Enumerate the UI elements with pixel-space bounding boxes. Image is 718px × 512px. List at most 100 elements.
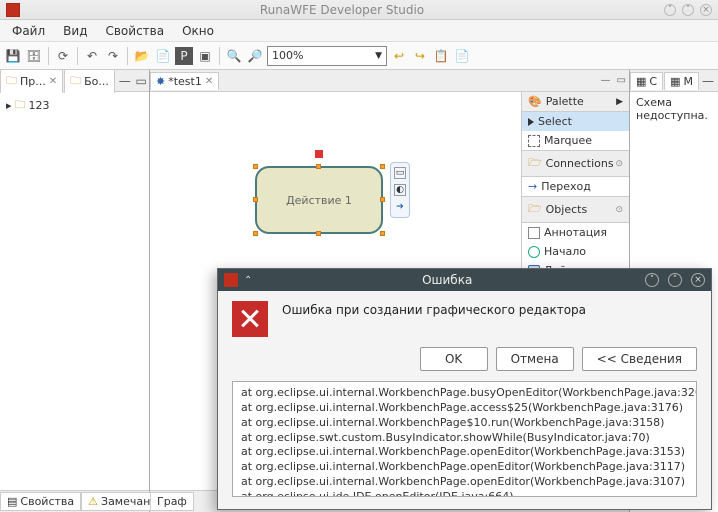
scheme-unavailable-label: Схема недоступна. [630,92,718,126]
menu-props[interactable]: Свойства [97,22,172,40]
minimize-view-icon[interactable]: — [598,75,614,86]
zoom-combo[interactable]: 100% ▼ [267,46,387,66]
chevron-up-icon[interactable]: ⌃ [244,275,252,286]
minimize-icon[interactable]: ˅ [664,4,676,16]
bottom-left-tabs: ▤ Свойства ⚠ Замечания ◧ Комп [0,490,149,512]
palette-group-connections[interactable]: 🗁 Connections ⊙ [522,150,629,177]
pin-icon[interactable]: ⊙ [615,205,623,215]
zoom-out-icon[interactable]: 🔎 [246,47,264,65]
nav-back-icon[interactable]: ↩ [390,47,408,65]
minimize-view-icon[interactable]: — [701,72,715,90]
details-button[interactable]: << Сведения [582,347,697,371]
dialog-message: Ошибка при создании графического редакто… [282,301,586,317]
config-icon[interactable]: ▣ [196,47,214,65]
restore-view-icon[interactable]: ▭ [133,72,149,90]
error-dialog: ⌃ Ошибка ˅ ˄ × Ошибка при создании графи… [217,268,712,510]
minimize-view-icon[interactable]: — [117,72,133,90]
tab-props[interactable]: ▤ Свойства [0,492,81,511]
menubar: Файл Вид Свойства Окно [0,20,718,42]
resize-handle[interactable] [380,231,385,236]
minimize-icon[interactable]: ˅ [645,273,659,287]
palette-item-label: Переход [541,180,591,193]
app-icon [224,273,238,287]
palette-start[interactable]: Начало [522,242,629,261]
dialog-buttons: OK Отмена << Сведения [218,347,711,381]
resize-handle[interactable] [253,231,258,236]
menu-view[interactable]: Вид [55,22,95,40]
props-icon: ▤ [7,495,17,508]
palette-group-objects[interactable]: 🗁 Objects ⊙ [522,196,629,223]
dialog-titlebar[interactable]: ⌃ Ошибка ˅ ˄ × [218,269,711,291]
resize-handle[interactable] [316,231,321,236]
error-icon [232,301,268,337]
tab-graph[interactable]: Граф [150,492,194,511]
ok-button[interactable]: OK [420,347,488,371]
menu-window[interactable]: Окно [174,22,222,40]
palette-select[interactable]: Select [522,112,629,131]
palette-title: Palette [546,95,584,108]
left-panel: 🗀 Пр... ✕ 🗀 Бо... — ▭ ▸ 🗀 123 ▤ Свойства [0,70,150,512]
palette-annotation[interactable]: Аннотация [522,223,629,242]
paste-icon[interactable]: 📄 [453,47,471,65]
delete-handle[interactable] [315,150,323,158]
window-title: RunaWFE Developer Studio [26,3,658,17]
resize-handle[interactable] [380,197,385,202]
project-tree[interactable]: ▸ 🗀 123 [0,92,149,490]
menu-file[interactable]: Файл [4,22,53,40]
reload-icon[interactable]: ⟳ [54,47,72,65]
editor-tab-test1[interactable]: ✸ *test1 ✕ [150,72,219,90]
tab-projects[interactable]: 🗀 Пр... ✕ [0,69,63,93]
maximize-icon[interactable]: ˄ [668,273,682,287]
tab-mini[interactable]: ▦ М [664,72,699,90]
open-icon[interactable]: 📂 [133,47,151,65]
maximize-view-icon[interactable]: ▭ [614,75,629,86]
maximize-icon[interactable]: ˄ [682,4,694,16]
copy-icon[interactable]: 📋 [432,47,450,65]
tree-item-label: 123 [29,99,50,112]
diagram-icon: ✸ [156,75,165,88]
resize-handle[interactable] [253,197,258,202]
tab-label: *test1 [168,75,202,88]
resize-handle[interactable] [316,164,321,169]
zoom-in-icon[interactable]: 🔍 [225,47,243,65]
tab-label: Бо... [84,75,109,88]
nav-fwd-icon[interactable]: ↪ [411,47,429,65]
chevron-right-icon: ▶ [616,97,623,107]
close-icon[interactable]: ✕ [49,76,57,87]
chevron-down-icon: ▼ [375,51,382,61]
palette-header[interactable]: 🎨 Palette ▶ [522,92,629,112]
new-icon[interactable]: 📄 [154,47,172,65]
save-icon[interactable]: 💾 [4,47,22,65]
tab-label: Граф [157,495,187,508]
palette-marquee[interactable]: Marquee [522,131,629,150]
ctx-tool-icon[interactable]: ➔ [394,201,406,213]
resize-handle[interactable] [253,164,258,169]
folder-icon: 🗁 [528,154,542,173]
close-icon[interactable]: × [700,4,712,16]
action-node[interactable]: Действие 1 [255,166,383,234]
zoom-value: 100% [272,49,303,62]
props-icon[interactable]: P [175,47,193,65]
stack-trace-textarea[interactable]: at org.eclipse.ui.internal.WorkbenchPage… [232,381,697,497]
expand-icon[interactable]: ▸ [6,99,12,112]
redo-icon[interactable]: ↷ [104,47,122,65]
node-context-palette[interactable]: ▭ ◐ ➔ [390,162,410,218]
ctx-tool-icon[interactable]: ▭ [394,167,406,179]
separator [127,47,128,65]
undo-icon[interactable]: ↶ [83,47,101,65]
tab-label: Пр... [20,75,46,88]
pin-icon[interactable]: ⊙ [615,159,623,169]
tab-scheme[interactable]: ▦ С [630,72,663,90]
close-icon[interactable]: × [691,273,705,287]
mini-icon: ▦ [670,75,680,88]
tab-bot[interactable]: 🗀 Бо... [64,69,115,93]
save-all-icon[interactable]: 🗄 [25,47,43,65]
tree-item[interactable]: ▸ 🗀 123 [6,96,143,115]
left-view-tabs: 🗀 Пр... ✕ 🗀 Бо... — ▭ [0,70,149,92]
folder-icon: 🗀 [70,72,81,91]
palette-transition[interactable]: → Переход [522,177,629,196]
ctx-tool-icon[interactable]: ◐ [394,184,406,196]
close-icon[interactable]: ✕ [205,76,213,87]
cancel-button[interactable]: Отмена [496,347,574,371]
resize-handle[interactable] [380,164,385,169]
